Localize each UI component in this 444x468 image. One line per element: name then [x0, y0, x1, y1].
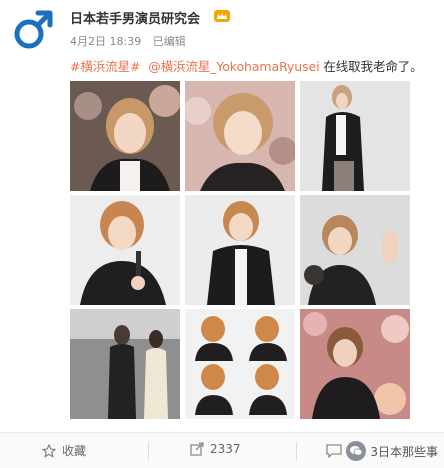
- user-name[interactable]: 日本若手男演员研究会: [70, 8, 200, 27]
- photo-4[interactable]: [70, 195, 180, 305]
- vip-crown-icon[interactable]: [214, 9, 230, 23]
- watermark-text: 3日本那些事: [370, 444, 438, 459]
- photo-grid: [70, 81, 410, 419]
- post-body: 在线取我老命了。: [319, 59, 423, 74]
- star-icon: [42, 443, 56, 458]
- photo-8[interactable]: [185, 309, 295, 419]
- watermark: 3日本那些事: [326, 441, 438, 461]
- post-text: #横浜流星# @横浜流星_YokohamaRyusei 在线取我老命了。: [70, 56, 423, 75]
- wechat-icon: [346, 441, 367, 461]
- photo-5[interactable]: [185, 195, 295, 305]
- share-count: 2337: [210, 442, 241, 456]
- mention-link[interactable]: @横浜流星_YokohamaRyusei: [148, 59, 319, 74]
- photo-6[interactable]: [300, 195, 410, 305]
- favorite-button[interactable]: 收藏: [42, 442, 86, 459]
- post-meta: 4月2日 18:39 已编辑: [70, 33, 194, 49]
- comment-icon[interactable]: [326, 444, 342, 458]
- action-bar: 收藏 2337 3日本那些事: [0, 432, 444, 468]
- avatar[interactable]: [10, 7, 56, 53]
- photo-2[interactable]: [185, 81, 295, 191]
- edited-label: 已编辑: [152, 35, 186, 48]
- photo-7[interactable]: [70, 309, 180, 419]
- divider: [148, 442, 149, 460]
- share-button[interactable]: 2337: [190, 442, 241, 456]
- photo-9[interactable]: [300, 309, 410, 419]
- share-icon: [190, 442, 204, 456]
- photo-3[interactable]: [300, 81, 410, 191]
- hashtag-link[interactable]: #横浜流星#: [70, 59, 140, 74]
- photo-1[interactable]: [70, 81, 180, 191]
- divider: [296, 442, 297, 460]
- post-date[interactable]: 4月2日 18:39: [70, 35, 141, 48]
- favorite-label: 收藏: [62, 444, 87, 458]
